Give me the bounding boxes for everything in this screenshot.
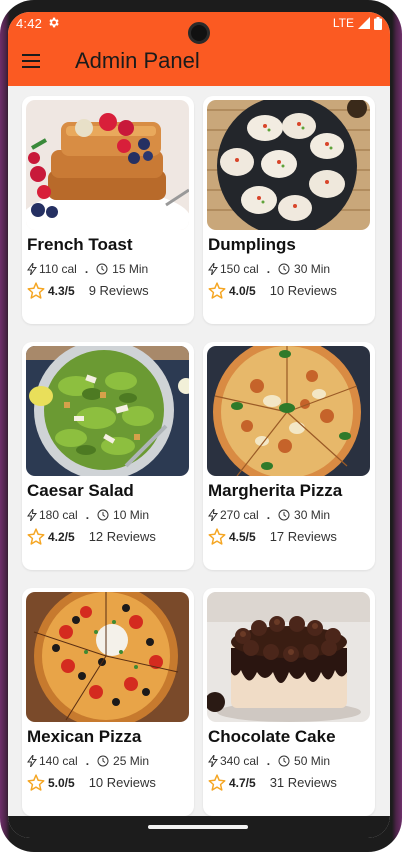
- recipe-name: French Toast: [27, 235, 133, 254]
- lightning-icon: [27, 755, 37, 767]
- rating-value: 5.0/5: [48, 775, 75, 790]
- recipe-rating: 4.7/5 31 Reviews: [208, 774, 337, 791]
- dumplings-image: [207, 100, 370, 230]
- status-time: 4:42: [16, 16, 43, 31]
- recipe-card[interactable]: Caesar Salad 180 cal . 10 Min 4.2/5 12 R…: [22, 342, 194, 570]
- recipe-rating: 5.0/5 10 Reviews: [27, 774, 156, 791]
- review-count: 17 Reviews: [269, 529, 337, 544]
- cook-time: 10 Min: [113, 508, 150, 522]
- calories: 150 cal: [220, 262, 259, 276]
- calories: 180 cal: [39, 508, 78, 522]
- recipe-name: Caesar Salad: [27, 481, 134, 500]
- review-count: 10 Reviews: [269, 283, 337, 298]
- recipe-rating: 4.5/5 17 Reviews: [208, 528, 337, 545]
- review-count: 12 Reviews: [88, 529, 156, 544]
- review-count: 10 Reviews: [88, 775, 156, 790]
- recipe-card[interactable]: Dumplings 150 cal . 30 Min 4.0/5 10 Revi…: [203, 96, 375, 324]
- recipe-meta: 340 cal . 50 Min: [208, 754, 330, 768]
- lightning-icon: [208, 263, 218, 275]
- settings-gear-icon: [49, 17, 59, 28]
- calories: 340 cal: [220, 754, 259, 768]
- star-icon: [208, 282, 226, 299]
- star-icon: [27, 774, 45, 791]
- meta-separator: .: [85, 508, 90, 522]
- recipe-meta: 270 cal . 30 Min: [208, 508, 330, 522]
- system-navigation-bar: [8, 816, 390, 838]
- cook-time: 50 Min: [294, 754, 331, 768]
- recipe-name: Dumplings: [208, 235, 296, 254]
- star-icon: [27, 528, 45, 545]
- home-indicator[interactable]: [148, 825, 248, 829]
- calories: 110 cal: [39, 262, 77, 276]
- status-indicators: LTE: [333, 16, 382, 30]
- rating-value: 4.3/5: [48, 283, 75, 298]
- star-icon: [208, 774, 226, 791]
- cook-time: 15 Min: [112, 262, 149, 276]
- recipe-meta: 180 cal . 10 Min: [27, 508, 149, 522]
- clock-icon: [97, 509, 109, 521]
- star-icon: [208, 528, 226, 545]
- french-toast-image: [26, 100, 189, 230]
- hamburger-menu-icon[interactable]: [20, 50, 46, 72]
- battery-icon: [374, 16, 382, 30]
- meta-separator: .: [84, 262, 89, 276]
- network-type: LTE: [332, 16, 354, 30]
- cook-time: 25 Min: [113, 754, 150, 768]
- lightning-icon: [208, 509, 218, 521]
- meta-separator: .: [266, 262, 271, 276]
- clock-icon: [278, 509, 290, 521]
- phone-frame: 4:42 LTE Admin Panel French Toast 110 ca…: [0, 0, 402, 852]
- recipe-name: Margherita Pizza: [208, 481, 343, 500]
- mexican-pizza-image: [26, 592, 189, 722]
- recipe-grid: French Toast 110 cal . 15 Min 4.3/5 9 Re…: [8, 86, 390, 838]
- screen: 4:42 LTE Admin Panel French Toast 110 ca…: [8, 12, 390, 838]
- calories: 270 cal: [220, 508, 259, 522]
- meta-separator: .: [85, 754, 90, 768]
- meta-separator: .: [266, 754, 271, 768]
- recipe-meta: 110 cal . 15 Min: [27, 262, 148, 276]
- rating-value: 4.2/5: [48, 529, 75, 544]
- front-camera: [188, 22, 210, 44]
- rating-value: 4.0/5: [229, 283, 256, 298]
- lightning-icon: [208, 755, 218, 767]
- meta-separator: .: [266, 508, 271, 522]
- recipe-card[interactable]: Mexican Pizza 140 cal . 25 Min 5.0/5 10 …: [22, 588, 194, 816]
- rating-value: 4.7/5: [229, 775, 256, 790]
- lightning-icon: [27, 263, 37, 275]
- recipe-rating: 4.0/5 10 Reviews: [208, 282, 337, 299]
- clock-icon: [278, 263, 290, 275]
- cook-time: 30 Min: [294, 508, 331, 522]
- star-icon: [27, 282, 45, 299]
- recipe-name: Mexican Pizza: [27, 727, 142, 746]
- recipe-rating: 4.2/5 12 Reviews: [27, 528, 156, 545]
- clock-icon: [96, 263, 108, 275]
- rating-value: 4.5/5: [229, 529, 256, 544]
- chocolate-cake-image: [207, 592, 370, 722]
- page-title: Admin Panel: [75, 48, 200, 73]
- lightning-icon: [27, 509, 37, 521]
- recipe-card[interactable]: French Toast 110 cal . 15 Min 4.3/5 9 Re…: [22, 96, 194, 324]
- signal-icon: [358, 17, 370, 29]
- clock-icon: [97, 755, 109, 767]
- recipe-meta: 140 cal . 25 Min: [27, 754, 149, 768]
- review-count: 31 Reviews: [269, 775, 337, 790]
- cook-time: 30 Min: [294, 262, 331, 276]
- margherita-pizza-image: [207, 346, 370, 476]
- recipe-meta: 150 cal . 30 Min: [208, 262, 330, 276]
- caesar-salad-image: [26, 346, 189, 476]
- recipe-rating: 4.3/5 9 Reviews: [27, 282, 149, 299]
- calories: 140 cal: [39, 754, 78, 768]
- recipe-card[interactable]: Margherita Pizza 270 cal . 30 Min 4.5/5 …: [203, 342, 375, 570]
- clock-icon: [278, 755, 290, 767]
- recipe-name: Chocolate Cake: [208, 727, 336, 746]
- review-count: 9 Reviews: [88, 283, 149, 298]
- recipe-card[interactable]: Chocolate Cake 340 cal . 50 Min 4.7/5 31…: [203, 588, 375, 816]
